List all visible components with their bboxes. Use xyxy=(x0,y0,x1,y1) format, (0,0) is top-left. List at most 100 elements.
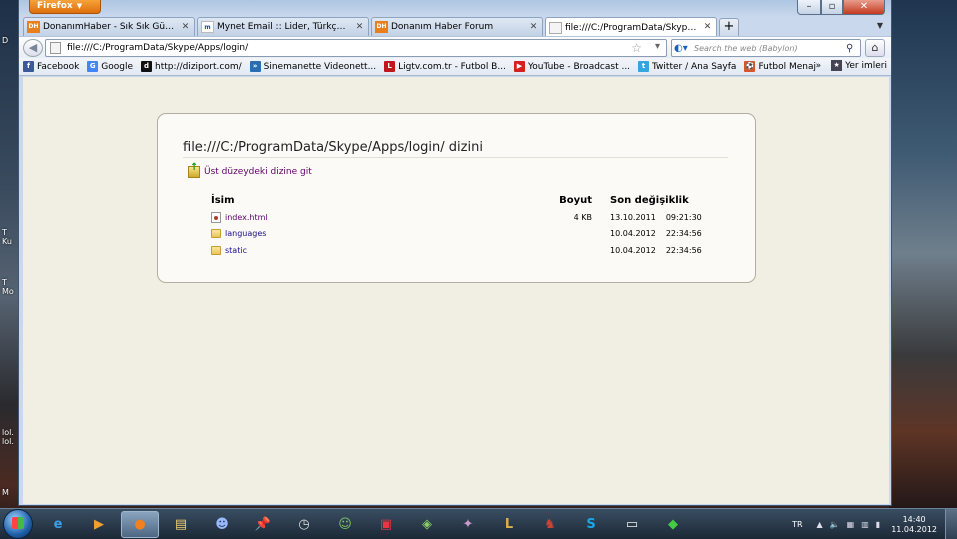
skype-icon[interactable]: S xyxy=(572,511,610,538)
game-app-icon[interactable]: ◈ xyxy=(408,511,446,538)
language-indicator[interactable]: TR xyxy=(792,520,802,529)
file-size xyxy=(541,226,606,243)
taskbar: e ▶ ● ▤ ☻ 📌 ◷ ☺ ▣ ◈ ✦ L ♞ S ▭ ◆ TR ▲ 🔈 ▦… xyxy=(0,508,957,539)
show-hidden-icons-icon[interactable]: ▲ xyxy=(817,520,823,529)
page-title: file:///C:/ProgramData/Skype/Apps/login/… xyxy=(183,140,483,155)
folder-icon xyxy=(211,229,221,239)
page-icon xyxy=(50,42,61,54)
bookmark-twitter[interactable]: t Twitter / Ana Sayfa xyxy=(638,61,736,72)
media-player-icon[interactable]: ▶ xyxy=(80,511,118,538)
system-tray: TR ▲ 🔈 ▦ ▥ ▮ 14:40 11.04.2012 xyxy=(792,509,957,539)
file-size xyxy=(541,242,606,259)
download-manager-icon[interactable]: ◆ xyxy=(654,511,692,538)
column-header-modified[interactable]: Son değişiklik xyxy=(606,193,702,209)
desktop-icon-label[interactable]: Mo xyxy=(2,287,14,296)
close-button[interactable]: ✕ xyxy=(843,0,885,15)
bookmarks-overflow-chevron-icon[interactable]: » xyxy=(816,61,822,71)
desktop-icon-label[interactable]: T xyxy=(2,228,7,237)
search-box[interactable]: ◐▾ Search the web (Babylon) ⚲ xyxy=(671,39,861,57)
window-controls: – ▫ ✕ xyxy=(797,0,885,15)
game-app-icon[interactable]: ✦ xyxy=(449,511,487,538)
desktop-icon-label[interactable]: D xyxy=(2,36,8,45)
bookmark-label: Twitter / Ana Sayfa xyxy=(652,61,737,72)
firefox-icon[interactable]: ● xyxy=(121,510,159,538)
table-row: languages 10.04.2012 22:34:56 xyxy=(211,226,702,243)
game-app-icon[interactable]: ▣ xyxy=(367,511,405,538)
bookmarks-toolbar: f Facebook G Google d http://diziport.com/ … xyxy=(19,58,891,76)
windows-logo-icon xyxy=(12,517,24,529)
bookmark-youtube[interactable]: ▶ YouTube - Broadcast ... xyxy=(513,61,631,72)
back-button[interactable]: ◀ xyxy=(23,38,43,57)
clock[interactable]: 14:40 11.04.2012 xyxy=(891,515,937,535)
bookmark-sinemanette[interactable]: » Sinemanette Videonett... xyxy=(249,61,376,72)
bookmark-ligtv[interactable]: L Ligtv.com.tr - Futbol B... xyxy=(384,61,506,72)
minimize-button[interactable]: – xyxy=(797,0,821,15)
file-date: 10.04.2012 xyxy=(610,229,656,239)
player-app-icon[interactable]: ♞ xyxy=(531,511,569,538)
maximize-button[interactable]: ▫ xyxy=(821,0,843,15)
bookmark-star-icon[interactable]: ☆ xyxy=(631,41,642,55)
network-icon[interactable]: ▦ xyxy=(847,520,855,529)
close-tab-icon[interactable]: ✕ xyxy=(702,22,713,33)
firefox-menu-label: Firefox xyxy=(37,1,73,11)
people-icon[interactable]: ☺ xyxy=(326,511,364,538)
ligtv-icon: L xyxy=(384,61,396,72)
search-icon[interactable]: ⚲ xyxy=(846,43,860,54)
bookmark-label: Facebook xyxy=(37,61,80,72)
league-of-legends-icon[interactable]: L xyxy=(490,511,528,538)
start-button[interactable] xyxy=(3,509,33,539)
title-bar: Firefox ▼ – ▫ ✕ xyxy=(19,0,891,17)
file-time: 09:21:30 xyxy=(665,212,702,222)
pin-icon[interactable]: 📌 xyxy=(244,511,282,538)
bookmark-google[interactable]: G Google xyxy=(87,61,133,72)
close-tab-icon[interactable]: ✕ xyxy=(528,22,539,33)
clock-app-icon[interactable]: ◷ xyxy=(285,511,323,538)
bookmark-label: YouTube - Broadcast ... xyxy=(527,61,631,72)
volume-icon[interactable]: 🔈 xyxy=(830,520,840,529)
column-header-size[interactable]: Boyut xyxy=(541,193,606,209)
facebook-icon: f xyxy=(23,61,34,72)
navigation-toolbar: ◀ file:///C:/ProgramData/Skype/Apps/logi… xyxy=(19,36,891,58)
bookmark-diziport[interactable]: d http://diziport.com/ xyxy=(141,61,242,72)
desktop-wallpaper xyxy=(889,0,957,508)
list-all-tabs-icon[interactable]: ▼ xyxy=(877,21,883,30)
chevron-down-icon: ▼ xyxy=(76,2,83,10)
go-arrow-icon[interactable]: ▾ xyxy=(655,41,660,52)
tab-mynet-email[interactable]: m Mynet Email :: Lider, Türkçe Email Ser… xyxy=(197,17,369,36)
internet-explorer-icon[interactable]: e xyxy=(39,511,77,538)
tab-donanimhaber[interactable]: DH DonanımHaber - Sık Sık Güncellenen ..… xyxy=(23,17,195,36)
show-desktop-button[interactable] xyxy=(945,509,957,539)
desktop-icon-label[interactable]: M xyxy=(2,488,9,497)
desktop-icon-label[interactable]: T xyxy=(2,278,7,287)
desktop-icon-label[interactable]: Ku xyxy=(2,237,12,246)
desktop-icon-label[interactable]: lol. xyxy=(2,437,14,446)
clock-time: 14:40 xyxy=(902,514,926,524)
tray-app-icon[interactable]: ▥ xyxy=(861,520,869,529)
diziport-icon: d xyxy=(141,61,153,72)
search-engine-icon[interactable]: ◐▾ xyxy=(674,43,694,54)
tab-file-listing[interactable]: file:///C:/ProgramData/Skype/Apps/l... ✕ xyxy=(545,17,717,37)
window-app-icon[interactable]: ▭ xyxy=(613,511,651,538)
youtube-icon: ▶ xyxy=(513,61,525,72)
firefox-menu-button[interactable]: Firefox ▼ xyxy=(29,0,101,14)
tab-donanim-forum[interactable]: DH Donanım Haber Forum ✕ xyxy=(371,17,543,36)
close-tab-icon[interactable]: ✕ xyxy=(354,22,365,33)
new-tab-button[interactable]: + xyxy=(719,18,739,36)
file-table: İsim Boyut Son değişiklik index.html 4 K… xyxy=(211,193,702,259)
folder-link[interactable]: static xyxy=(225,246,247,255)
folder-link[interactable]: languages xyxy=(225,229,266,238)
desktop-icon-label[interactable]: lol. xyxy=(2,428,14,437)
messenger-icon[interactable]: ☻ xyxy=(203,511,241,538)
google-icon: G xyxy=(87,61,99,72)
battery-icon[interactable]: ▮ xyxy=(876,520,880,529)
column-header-name[interactable]: İsim xyxy=(211,193,541,209)
bookmark-facebook[interactable]: f Facebook xyxy=(23,61,79,72)
bookmarks-menu-button[interactable]: Yer imleri xyxy=(845,61,887,71)
close-tab-icon[interactable]: ✕ xyxy=(180,22,191,33)
file-link[interactable]: index.html xyxy=(225,213,268,222)
tab-strip: DH DonanımHaber - Sık Sık Güncellenen ..… xyxy=(19,17,891,37)
file-explorer-icon[interactable]: ▤ xyxy=(162,511,200,538)
parent-directory-link[interactable]: ↑ Üst düzeydeki dizine git xyxy=(188,162,312,178)
address-bar[interactable]: file:///C:/ProgramData/Skype/Apps/login/… xyxy=(45,39,667,57)
home-button[interactable]: ⌂ xyxy=(865,39,885,57)
